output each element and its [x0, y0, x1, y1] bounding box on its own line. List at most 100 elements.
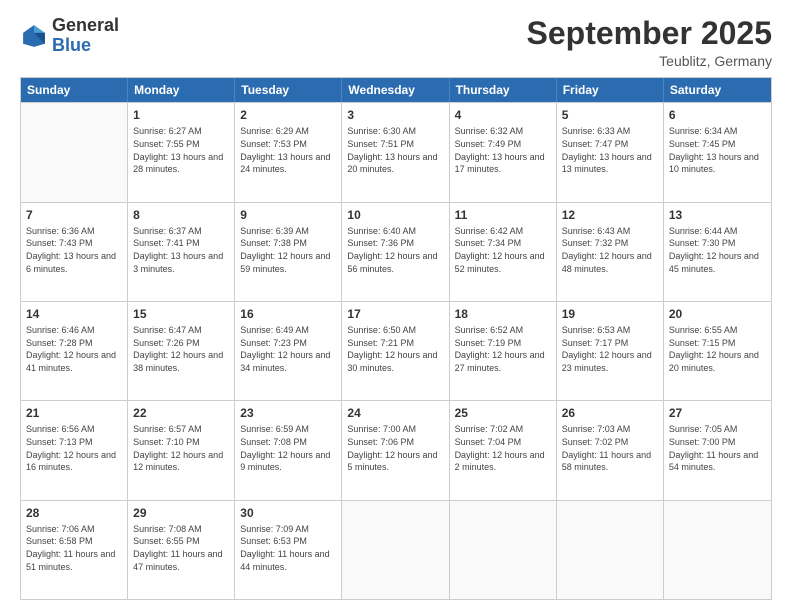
logo-icon	[20, 22, 48, 50]
cal-cell: 23 Sunrise: 6:59 AMSunset: 7:08 PMDayligh…	[235, 401, 342, 499]
day-number: 16	[240, 306, 336, 322]
day-number: 26	[562, 405, 658, 421]
cell-info: Sunrise: 7:05 AMSunset: 7:00 PMDaylight:…	[669, 423, 766, 473]
page: General Blue September 2025 Teublitz, Ge…	[0, 0, 792, 612]
week-row-2: 7 Sunrise: 6:36 AMSunset: 7:43 PMDaylight…	[21, 202, 771, 301]
week-row-1: 1 Sunrise: 6:27 AMSunset: 7:55 PMDaylight…	[21, 102, 771, 201]
cal-cell	[342, 501, 449, 599]
cell-info: Sunrise: 6:43 AMSunset: 7:32 PMDaylight:…	[562, 225, 658, 275]
header-day-tuesday: Tuesday	[235, 78, 342, 102]
cal-cell: 22 Sunrise: 6:57 AMSunset: 7:10 PMDayligh…	[128, 401, 235, 499]
day-number: 23	[240, 405, 336, 421]
cell-info: Sunrise: 6:37 AMSunset: 7:41 PMDaylight:…	[133, 225, 229, 275]
day-number: 6	[669, 107, 766, 123]
cell-info: Sunrise: 6:59 AMSunset: 7:08 PMDaylight:…	[240, 423, 336, 473]
day-number: 30	[240, 505, 336, 521]
day-number: 14	[26, 306, 122, 322]
header-day-wednesday: Wednesday	[342, 78, 449, 102]
cal-cell: 3Sunrise: 6:30 AMSunset: 7:51 PMDaylight…	[342, 103, 449, 201]
cal-cell: 30 Sunrise: 7:09 AMSunset: 6:53 PMDayligh…	[235, 501, 342, 599]
cell-info: Sunrise: 6:27 AMSunset: 7:55 PMDaylight:…	[133, 125, 229, 175]
day-number: 1	[133, 107, 229, 123]
cell-info: Sunrise: 6:56 AMSunset: 7:13 PMDaylight:…	[26, 423, 122, 473]
cell-info: Sunrise: 6:36 AMSunset: 7:43 PMDaylight:…	[26, 225, 122, 275]
day-number: 21	[26, 405, 122, 421]
cell-info: Sunrise: 7:09 AMSunset: 6:53 PMDaylight:…	[240, 523, 336, 573]
cell-info: Sunrise: 6:40 AMSunset: 7:36 PMDaylight:…	[347, 225, 443, 275]
week-row-4: 21 Sunrise: 6:56 AMSunset: 7:13 PMDayligh…	[21, 400, 771, 499]
day-number: 11	[455, 207, 551, 223]
cell-info: Sunrise: 6:50 AMSunset: 7:21 PMDaylight:…	[347, 324, 443, 374]
header-day-sunday: Sunday	[21, 78, 128, 102]
header: General Blue September 2025 Teublitz, Ge…	[20, 16, 772, 69]
day-number: 18	[455, 306, 551, 322]
cell-info: Sunrise: 6:42 AMSunset: 7:34 PMDaylight:…	[455, 225, 551, 275]
week-row-5: 28Sunrise: 7:06 AMSunset: 6:58 PMDayligh…	[21, 500, 771, 599]
cell-info: Sunrise: 6:44 AMSunset: 7:30 PMDaylight:…	[669, 225, 766, 275]
logo-blue: Blue	[52, 35, 91, 55]
cell-info: Sunrise: 6:46 AMSunset: 7:28 PMDaylight:…	[26, 324, 122, 374]
cal-cell: 2 Sunrise: 6:29 AMSunset: 7:53 PMDaylight…	[235, 103, 342, 201]
week-row-3: 14 Sunrise: 6:46 AMSunset: 7:28 PMDayligh…	[21, 301, 771, 400]
cal-cell: 12 Sunrise: 6:43 AMSunset: 7:32 PMDayligh…	[557, 203, 664, 301]
calendar-body: 1 Sunrise: 6:27 AMSunset: 7:55 PMDaylight…	[21, 102, 771, 599]
cal-cell: 21 Sunrise: 6:56 AMSunset: 7:13 PMDayligh…	[21, 401, 128, 499]
day-number: 28	[26, 505, 122, 521]
cal-cell: 17Sunrise: 6:50 AMSunset: 7:21 PMDayligh…	[342, 302, 449, 400]
cal-cell: 18 Sunrise: 6:52 AMSunset: 7:19 PMDayligh…	[450, 302, 557, 400]
day-number: 29	[133, 505, 229, 521]
cal-cell: 15 Sunrise: 6:47 AMSunset: 7:26 PMDayligh…	[128, 302, 235, 400]
day-number: 8	[133, 207, 229, 223]
cal-cell: 26Sunrise: 7:03 AMSunset: 7:02 PMDayligh…	[557, 401, 664, 499]
cell-info: Sunrise: 6:30 AMSunset: 7:51 PMDaylight:…	[347, 125, 443, 175]
cal-cell: 16Sunrise: 6:49 AMSunset: 7:23 PMDayligh…	[235, 302, 342, 400]
day-number: 10	[347, 207, 443, 223]
cell-info: Sunrise: 7:00 AMSunset: 7:06 PMDaylight:…	[347, 423, 443, 473]
cal-cell	[21, 103, 128, 201]
calendar: SundayMondayTuesdayWednesdayThursdayFrid…	[20, 77, 772, 600]
cal-cell: 11 Sunrise: 6:42 AMSunset: 7:34 PMDayligh…	[450, 203, 557, 301]
day-number: 27	[669, 405, 766, 421]
cal-cell: 1 Sunrise: 6:27 AMSunset: 7:55 PMDaylight…	[128, 103, 235, 201]
cal-cell: 24 Sunrise: 7:00 AMSunset: 7:06 PMDayligh…	[342, 401, 449, 499]
cal-cell: 14 Sunrise: 6:46 AMSunset: 7:28 PMDayligh…	[21, 302, 128, 400]
day-number: 13	[669, 207, 766, 223]
cal-cell: 19Sunrise: 6:53 AMSunset: 7:17 PMDayligh…	[557, 302, 664, 400]
calendar-header: SundayMondayTuesdayWednesdayThursdayFrid…	[21, 78, 771, 102]
cell-info: Sunrise: 6:47 AMSunset: 7:26 PMDaylight:…	[133, 324, 229, 374]
cal-cell	[557, 501, 664, 599]
day-number: 24	[347, 405, 443, 421]
day-number: 20	[669, 306, 766, 322]
day-number: 15	[133, 306, 229, 322]
cal-cell: 28Sunrise: 7:06 AMSunset: 6:58 PMDayligh…	[21, 501, 128, 599]
day-number: 7	[26, 207, 122, 223]
cal-cell: 8 Sunrise: 6:37 AMSunset: 7:41 PMDaylight…	[128, 203, 235, 301]
title-block: September 2025 Teublitz, Germany	[527, 16, 772, 69]
header-day-friday: Friday	[557, 78, 664, 102]
cell-info: Sunrise: 6:57 AMSunset: 7:10 PMDaylight:…	[133, 423, 229, 473]
day-number: 9	[240, 207, 336, 223]
cal-cell: 13 Sunrise: 6:44 AMSunset: 7:30 PMDayligh…	[664, 203, 771, 301]
cal-cell	[450, 501, 557, 599]
cal-cell: 25Sunrise: 7:02 AMSunset: 7:04 PMDayligh…	[450, 401, 557, 499]
cell-info: Sunrise: 6:52 AMSunset: 7:19 PMDaylight:…	[455, 324, 551, 374]
cell-info: Sunrise: 6:29 AMSunset: 7:53 PMDaylight:…	[240, 125, 336, 175]
cal-cell: 9Sunrise: 6:39 AMSunset: 7:38 PMDaylight…	[235, 203, 342, 301]
day-number: 22	[133, 405, 229, 421]
day-number: 12	[562, 207, 658, 223]
cal-cell: 10 Sunrise: 6:40 AMSunset: 7:36 PMDayligh…	[342, 203, 449, 301]
cal-cell: 5Sunrise: 6:33 AMSunset: 7:47 PMDaylight…	[557, 103, 664, 201]
day-number: 25	[455, 405, 551, 421]
day-number: 19	[562, 306, 658, 322]
cell-info: Sunrise: 7:08 AMSunset: 6:55 PMDaylight:…	[133, 523, 229, 573]
cal-cell: 6 Sunrise: 6:34 AMSunset: 7:45 PMDaylight…	[664, 103, 771, 201]
cal-cell: 27 Sunrise: 7:05 AMSunset: 7:00 PMDayligh…	[664, 401, 771, 499]
logo: General Blue	[20, 16, 119, 56]
day-number: 2	[240, 107, 336, 123]
cell-info: Sunrise: 6:34 AMSunset: 7:45 PMDaylight:…	[669, 125, 766, 175]
cell-info: Sunrise: 6:32 AMSunset: 7:49 PMDaylight:…	[455, 125, 551, 175]
cal-cell: 29 Sunrise: 7:08 AMSunset: 6:55 PMDayligh…	[128, 501, 235, 599]
cell-info: Sunrise: 6:55 AMSunset: 7:15 PMDaylight:…	[669, 324, 766, 374]
header-day-monday: Monday	[128, 78, 235, 102]
cal-cell: 20 Sunrise: 6:55 AMSunset: 7:15 PMDayligh…	[664, 302, 771, 400]
